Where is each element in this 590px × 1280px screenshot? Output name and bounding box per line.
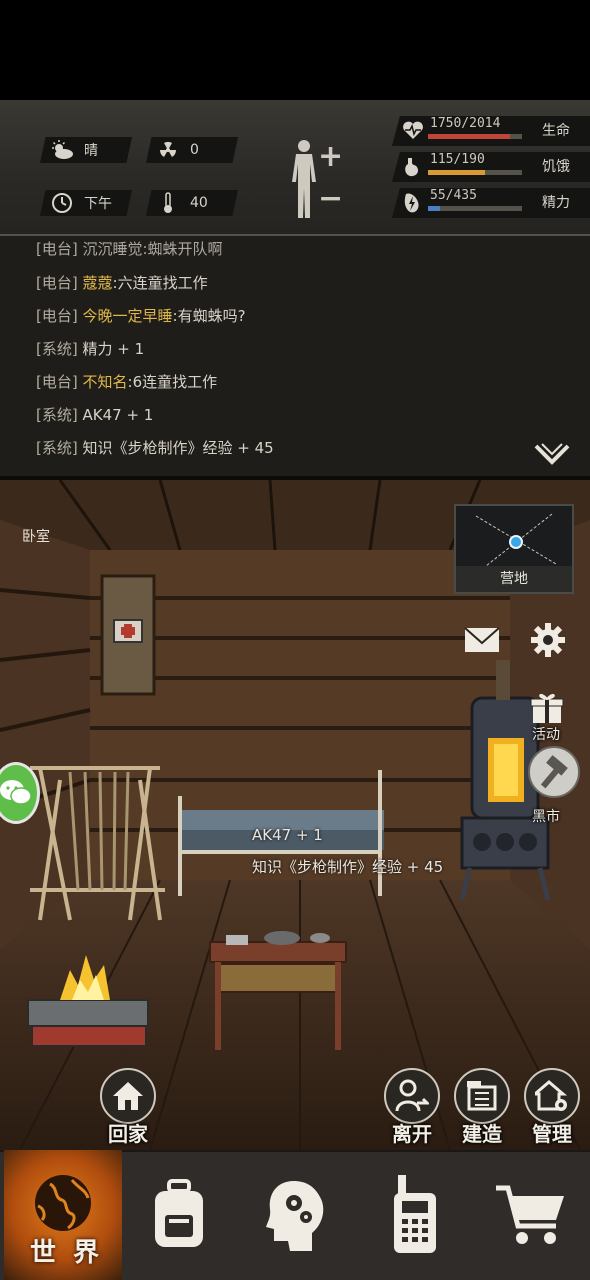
stomach-icon <box>402 156 424 178</box>
log-message: 精力 + 1 <box>82 340 145 358</box>
message-log[interactable]: [电台] 沉沉睡觉:蜘蛛开队啊 [电台] 蔻蔻:六连童找工作 [电台] 今晚一定… <box>0 236 590 476</box>
log-line-partial: [电台] 沉沉睡觉:蜘蛛开队啊 <box>36 240 223 258</box>
log-line: [系统] 知识《步枪制作》经验 + 45 <box>36 437 274 458</box>
log-line: [电台] 今晚一定早睡:有蜘蛛吗? <box>36 305 246 326</box>
nav-shop[interactable] <box>472 1150 590 1280</box>
temperature-value: 40 <box>190 195 208 211</box>
weather-chip: 晴 <box>40 137 132 163</box>
energy-bar <box>428 206 522 211</box>
build-label: 建造 <box>462 1122 502 1146</box>
reward-float-text: 知识《步枪制作》经验 + 45 <box>252 858 444 876</box>
log-line: [系统] 精力 + 1 <box>36 338 144 359</box>
radiation-chip: 0 <box>146 137 238 163</box>
hunger-value: 115/190 <box>430 152 485 167</box>
hunger-bar <box>428 170 522 175</box>
camp-minimap[interactable]: 营地 <box>454 504 574 594</box>
reward-float-text: AK47 + 1 <box>252 826 323 844</box>
minimap-label: 营地 <box>456 566 572 592</box>
log-tag: [系统] <box>36 406 78 424</box>
radiation-value: 0 <box>190 142 199 158</box>
log-tag: [系统] <box>36 340 78 358</box>
settings-gear-icon[interactable] <box>528 620 568 660</box>
energy-row: 55/435 精力 <box>392 188 590 218</box>
body-status-icon[interactable] <box>286 138 322 220</box>
health-label: 生命 <box>542 123 570 139</box>
energy-bar-fill <box>428 206 440 211</box>
log-line: [电台] 蔻蔻:六连童找工作 <box>36 272 208 293</box>
nav-skills[interactable] <box>238 1150 356 1280</box>
energy-bolt-icon <box>402 192 424 214</box>
weather-sun-cloud-icon <box>50 140 74 160</box>
log-message: :有蜘蛛吗? <box>172 307 246 325</box>
manage-button[interactable] <box>524 1068 580 1124</box>
home-label: 回家 <box>108 1122 148 1146</box>
time-chip: 下午 <box>40 190 132 216</box>
shopping-cart-icon <box>496 1185 564 1244</box>
house-icon <box>113 1082 143 1110</box>
energy-value: 55/435 <box>430 188 477 203</box>
globe-icon <box>35 1175 91 1231</box>
energy-label: 精力 <box>542 195 570 211</box>
hunger-label: 饥饿 <box>542 159 570 175</box>
log-message: :6连童找工作 <box>127 373 218 391</box>
log-tag: [系统] <box>36 439 78 457</box>
minimap-crosshair-icon <box>475 513 557 567</box>
top-black-bar <box>0 0 590 100</box>
head-gears-icon <box>266 1181 324 1251</box>
body-minus-icon[interactable]: − <box>318 184 343 214</box>
log-sender: 蔻蔻 <box>82 274 113 292</box>
expand-log-chevron-icon[interactable] <box>532 440 572 470</box>
activity-gift-icon[interactable] <box>528 690 566 726</box>
temperature-chip: 40 <box>146 190 238 216</box>
black-market-hammer-icon[interactable] <box>528 746 580 798</box>
log-message: AK47 + 1 <box>82 406 154 424</box>
health-bar-fill <box>428 134 510 139</box>
weather-value: 晴 <box>84 143 98 159</box>
walkie-talkie-icon <box>394 1175 436 1253</box>
log-message: 知识《步枪制作》经验 + 45 <box>82 439 274 457</box>
leave-button[interactable] <box>384 1068 440 1124</box>
build-hammer-icon <box>467 1081 497 1111</box>
log-sender: 今晚一定早睡 <box>82 307 173 325</box>
build-button[interactable] <box>454 1068 510 1124</box>
health-row: 1750/2014 生命 <box>392 116 590 146</box>
black-market-label: 黑市 <box>532 809 560 825</box>
clock-icon <box>50 193 74 213</box>
person-leave-icon <box>395 1079 429 1112</box>
leave-label: 离开 <box>392 1122 432 1146</box>
heartbeat-icon <box>402 120 424 142</box>
log-tag: [电台] <box>36 274 78 292</box>
health-bar <box>428 134 522 139</box>
mail-envelope-icon[interactable] <box>462 622 502 658</box>
nav-world-label: 世 界 <box>30 1238 104 1268</box>
health-value: 1750/2014 <box>430 116 501 131</box>
log-message: :六连童找工作 <box>112 274 208 292</box>
radiation-icon <box>156 140 180 160</box>
thermometer-icon <box>156 192 180 213</box>
log-line: [系统] AK47 + 1 <box>36 404 153 425</box>
backpack-icon <box>155 1179 203 1247</box>
body-plus-icon[interactable]: + <box>318 142 343 172</box>
log-tag: [电台] <box>36 373 78 391</box>
home-button[interactable] <box>100 1068 156 1124</box>
nav-radio[interactable] <box>356 1150 474 1280</box>
log-sender: 不知名 <box>82 373 128 391</box>
hunger-row: 115/190 饥饿 <box>392 152 590 182</box>
nav-backpack[interactable] <box>120 1150 238 1280</box>
log-tag: [电台] <box>36 307 78 325</box>
activity-label: 活动 <box>532 727 560 743</box>
time-of-day-value: 下午 <box>84 196 112 212</box>
manage-house-gear-icon <box>535 1080 568 1111</box>
log-line: [电台] 不知名:6连童找工作 <box>36 371 217 392</box>
manage-label: 管理 <box>532 1122 572 1146</box>
room-name: 卧室 <box>22 529 50 545</box>
hunger-bar-fill <box>428 170 485 175</box>
